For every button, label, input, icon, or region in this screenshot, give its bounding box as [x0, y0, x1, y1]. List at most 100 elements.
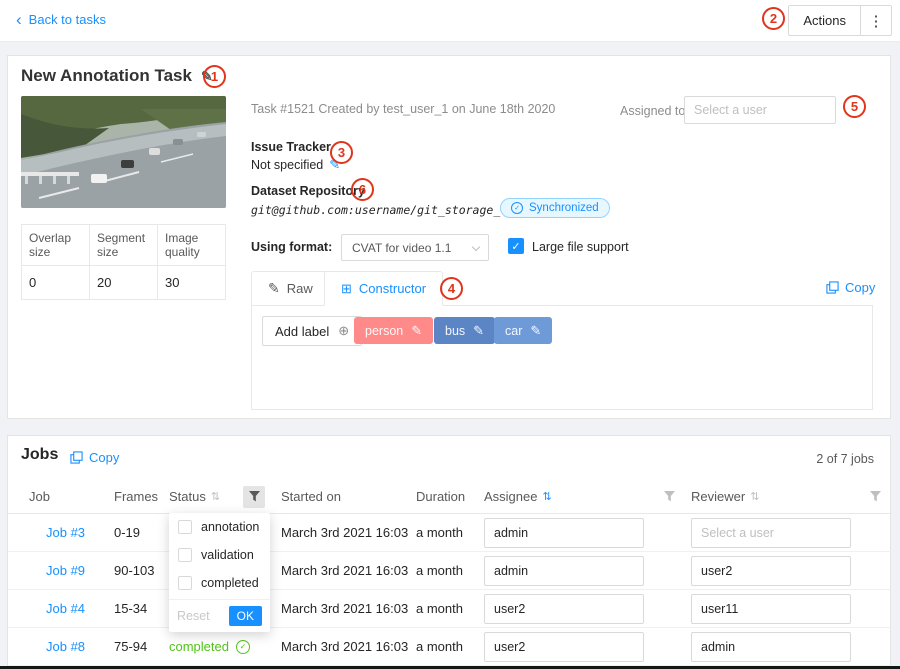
param-header-quality: Image quality	[158, 225, 226, 266]
format-select[interactable]: CVAT for video 1.1	[341, 234, 489, 261]
callout-6: 6	[351, 178, 374, 201]
column-status-label[interactable]: Status	[169, 489, 206, 504]
job-link[interactable]: Job #8	[29, 639, 114, 654]
assignee-filter-icon[interactable]	[664, 491, 675, 502]
annotation-option-label: annotation	[201, 520, 259, 534]
assignee-sort-icon[interactable]: ⇅	[542, 490, 551, 503]
task-title: New Annotation Task	[21, 66, 192, 86]
filter-reset-button[interactable]: Reset	[177, 609, 210, 623]
callout-2: 2	[762, 7, 785, 30]
actions-menu-button[interactable]: ⋮	[860, 5, 892, 36]
assigned-to-label: Assigned to	[620, 104, 685, 118]
edit-label-person-icon[interactable]: ✎	[411, 323, 422, 339]
column-reviewer: Reviewer ⇅	[691, 489, 887, 504]
copy-labels-link[interactable]: Copy	[826, 280, 875, 295]
job-link[interactable]: Job #3	[29, 525, 114, 540]
cvat-task-page: ‹ Back to tasks Actions ⋮ New Annotation…	[0, 0, 900, 669]
task-title-row: New Annotation Task ✎	[21, 66, 213, 86]
actions-button-group: Actions ⋮	[788, 5, 892, 36]
label-chip-car[interactable]: car ✎	[494, 317, 552, 344]
column-assignee: Assignee ⇅	[484, 489, 691, 504]
copy-icon	[70, 451, 83, 464]
task-parameters-table: Overlap size Segment size Image quality …	[21, 224, 226, 300]
filter-option-validation[interactable]: validation	[169, 541, 270, 569]
completed-option-label: completed	[201, 576, 259, 590]
param-value-overlap: 0	[22, 266, 90, 300]
annotation-checkbox[interactable]	[178, 520, 192, 534]
sync-status-label: Synchronized	[529, 202, 599, 214]
status-sort-icon[interactable]: ⇅	[211, 490, 220, 503]
filter-option-completed[interactable]: completed	[169, 569, 270, 597]
job-reviewer-input[interactable]	[691, 594, 851, 624]
edit-label-car-icon[interactable]: ✎	[530, 323, 541, 339]
task-preview-image	[21, 96, 226, 208]
large-file-support-checkbox[interactable]: ✓	[508, 238, 524, 254]
sync-check-icon: ✓	[511, 202, 523, 214]
job-frames: 90-103	[114, 563, 169, 578]
job-assignee-input[interactable]	[484, 518, 644, 548]
tab-raw[interactable]: ✎ Raw	[251, 271, 330, 306]
assignee-select-input[interactable]	[684, 96, 836, 124]
copy-jobs-label: Copy	[89, 450, 119, 465]
jobs-section-title: Jobs	[21, 446, 58, 464]
filter-option-annotation[interactable]: annotation	[169, 513, 270, 541]
job-frames: 75-94	[114, 639, 169, 654]
constructor-tab-icon: ⊞	[341, 281, 352, 297]
issue-tracker-value: Not specified	[251, 158, 323, 172]
jobs-count: 2 of 7 jobs	[816, 452, 874, 466]
dataset-repository-label: Dataset Repository	[251, 184, 365, 198]
param-value-segment: 20	[90, 266, 158, 300]
column-frames: Frames	[114, 489, 169, 504]
tab-constructor[interactable]: ⊞ Constructor	[324, 271, 443, 306]
job-row: Job #9 90-103 March 3rd 2021 16:03 a mon…	[8, 552, 892, 590]
reviewer-filter-icon[interactable]	[870, 491, 881, 502]
callout-5: 5	[843, 95, 866, 118]
job-duration: a month	[416, 601, 484, 616]
job-reviewer-input[interactable]	[691, 632, 851, 662]
job-reviewer-input[interactable]	[691, 518, 851, 548]
job-status: completed ✓	[169, 639, 281, 654]
column-job: Job	[29, 489, 114, 504]
back-to-tasks-link[interactable]: ‹ Back to tasks	[16, 12, 106, 27]
column-assignee-label[interactable]: Assignee	[484, 489, 537, 504]
reviewer-sort-icon[interactable]: ⇅	[750, 490, 759, 503]
using-format-label: Using format:	[251, 240, 332, 254]
raw-tab-label: Raw	[287, 281, 313, 296]
job-duration: a month	[416, 563, 484, 578]
actions-button[interactable]: Actions	[788, 5, 861, 36]
job-assignee-input[interactable]	[484, 632, 644, 662]
job-row: Job #3 0-19 March 3rd 2021 16:03 a month	[8, 514, 892, 552]
jobs-card: Jobs Copy 2 of 7 jobs Job Frames Status …	[7, 435, 891, 669]
callout-1: 1	[203, 65, 226, 88]
label-chip-bus[interactable]: bus ✎	[434, 317, 495, 344]
job-row: Job #4 15-34 March 3rd 2021 16:03 a mont…	[8, 590, 892, 628]
completed-checkbox[interactable]	[178, 576, 192, 590]
callout-3: 3	[330, 141, 353, 164]
sync-status-badge: ✓ Synchronized	[500, 198, 610, 218]
validation-checkbox[interactable]	[178, 548, 192, 562]
job-status-text: completed	[169, 639, 229, 654]
job-started-on: March 3rd 2021 16:03	[281, 639, 416, 654]
job-duration: a month	[416, 525, 484, 540]
callout-4: 4	[440, 277, 463, 300]
filter-ok-button[interactable]: OK	[229, 606, 262, 626]
job-link[interactable]: Job #9	[29, 563, 114, 578]
job-row: Job #8 75-94 completed ✓ March 3rd 2021 …	[8, 628, 892, 666]
job-reviewer-input[interactable]	[691, 556, 851, 586]
edit-label-bus-icon[interactable]: ✎	[473, 323, 484, 339]
status-filter-icon[interactable]	[243, 486, 265, 508]
copy-labels-label: Copy	[845, 280, 875, 295]
copy-jobs-link[interactable]: Copy	[70, 450, 119, 465]
job-assignee-input[interactable]	[484, 594, 644, 624]
checkbox-check-icon: ✓	[511, 240, 520, 253]
job-assignee-input[interactable]	[484, 556, 644, 586]
job-link[interactable]: Job #4	[29, 601, 114, 616]
label-chip-person[interactable]: person ✎	[354, 317, 433, 344]
jobs-table-header: Job Frames Status ⇅ Started on Duration …	[8, 480, 892, 514]
column-started-on: Started on	[281, 489, 416, 504]
label-chip-person-name: person	[365, 324, 403, 338]
task-details-card: New Annotation Task ✎	[7, 55, 891, 419]
job-duration: a month	[416, 639, 484, 654]
add-label-button[interactable]: Add label ⊕	[262, 316, 362, 346]
column-reviewer-label[interactable]: Reviewer	[691, 489, 745, 504]
